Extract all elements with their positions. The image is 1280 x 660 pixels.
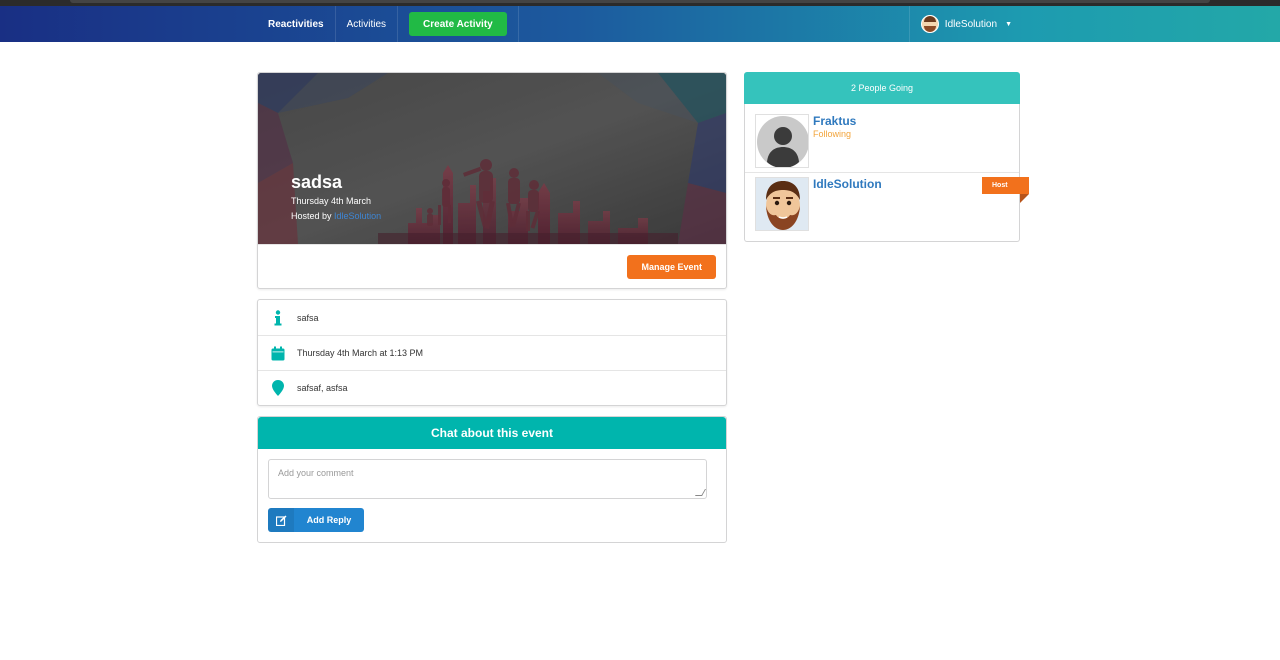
hosted-by-line: Hosted by IdleSolution <box>291 211 381 221</box>
attendee-item[interactable]: Fraktus Following <box>745 104 1019 173</box>
host-ribbon-label: Host <box>982 177 1029 203</box>
attendee-info: Fraktus Following <box>813 114 856 172</box>
hosted-by-prefix: Hosted by <box>291 211 332 221</box>
attendees-sidebar: 2 People Going Fraktus Following IdleSol… <box>744 72 1029 242</box>
user-avatar <box>920 15 939 33</box>
activity-header-card: sadsa Thursday 4th March Hosted by IdleS… <box>257 72 727 289</box>
venue-row: safsaf, asfsa <box>258 370 726 405</box>
following-status: Following <box>813 129 852 139</box>
chat-form: Add your comment Add Reply <box>258 449 726 542</box>
datetime-text: Thursday 4th March at 1:13 PM <box>297 348 424 358</box>
activity-title: sadsa <box>291 172 343 192</box>
venue-text: safsaf, asfsa <box>297 383 348 393</box>
edit-icon <box>268 508 294 532</box>
nav-brand[interactable]: Reactivities <box>257 6 336 42</box>
top-navbar: Reactivities Activities Create Activity … <box>0 6 1280 42</box>
attendee-info: IdleSolution <box>813 177 882 240</box>
username-label: IdleSolution <box>944 18 998 30</box>
attendee-avatar-placeholder <box>755 114 809 168</box>
attendee-name[interactable]: Fraktus <box>813 114 856 128</box>
map-marker-icon <box>258 380 297 396</box>
add-reply-label: Add Reply <box>306 515 352 525</box>
attendee-name[interactable]: IdleSolution <box>813 177 882 191</box>
add-reply-button[interactable]: Add Reply <box>268 508 364 532</box>
create-activity-button[interactable]: Create Activity <box>409 12 507 36</box>
description-row: safsa <box>258 300 726 335</box>
chevron-down-icon: ▼ <box>1005 20 1012 28</box>
hero-text-block: sadsa Thursday 4th March Hosted by IdleS… <box>291 172 381 221</box>
attendee-avatar <box>755 177 809 231</box>
user-menu[interactable]: IdleSolution ▼ <box>908 6 1023 42</box>
nav-create-wrapper: Create Activity <box>398 6 519 42</box>
chat-panel: Chat about this event Add your comment A… <box>257 416 727 543</box>
attendee-list: Fraktus Following IdleSolution Host <box>744 104 1029 242</box>
info-icon <box>258 309 297 326</box>
activity-hero-image: sadsa Thursday 4th March Hosted by IdleS… <box>258 73 726 244</box>
chat-header: Chat about this event <box>258 417 726 449</box>
nav-activities-link[interactable]: Activities <box>336 6 399 42</box>
host-profile-link[interactable]: IdleSolution <box>334 211 381 221</box>
manage-event-button[interactable]: Manage Event <box>627 254 716 279</box>
attendee-item[interactable]: IdleSolution Host <box>745 173 1029 240</box>
calendar-icon <box>258 346 297 361</box>
activity-actions-bar: Manage Event <box>258 244 726 288</box>
datetime-row: Thursday 4th March at 1:13 PM <box>258 335 726 370</box>
activity-date: Thursday 4th March <box>291 196 372 206</box>
people-going-header: 2 People Going <box>744 72 1020 104</box>
activity-details-column: sadsa Thursday 4th March Hosted by IdleS… <box>257 72 727 543</box>
navbar-container: Reactivities Activities Create Activity … <box>257 6 1023 42</box>
comment-textarea[interactable]: Add your comment <box>268 459 707 499</box>
activity-info-card: safsa Thursday 4th March at 1:13 PM safs… <box>257 299 727 406</box>
description-text: safsa <box>297 312 319 323</box>
